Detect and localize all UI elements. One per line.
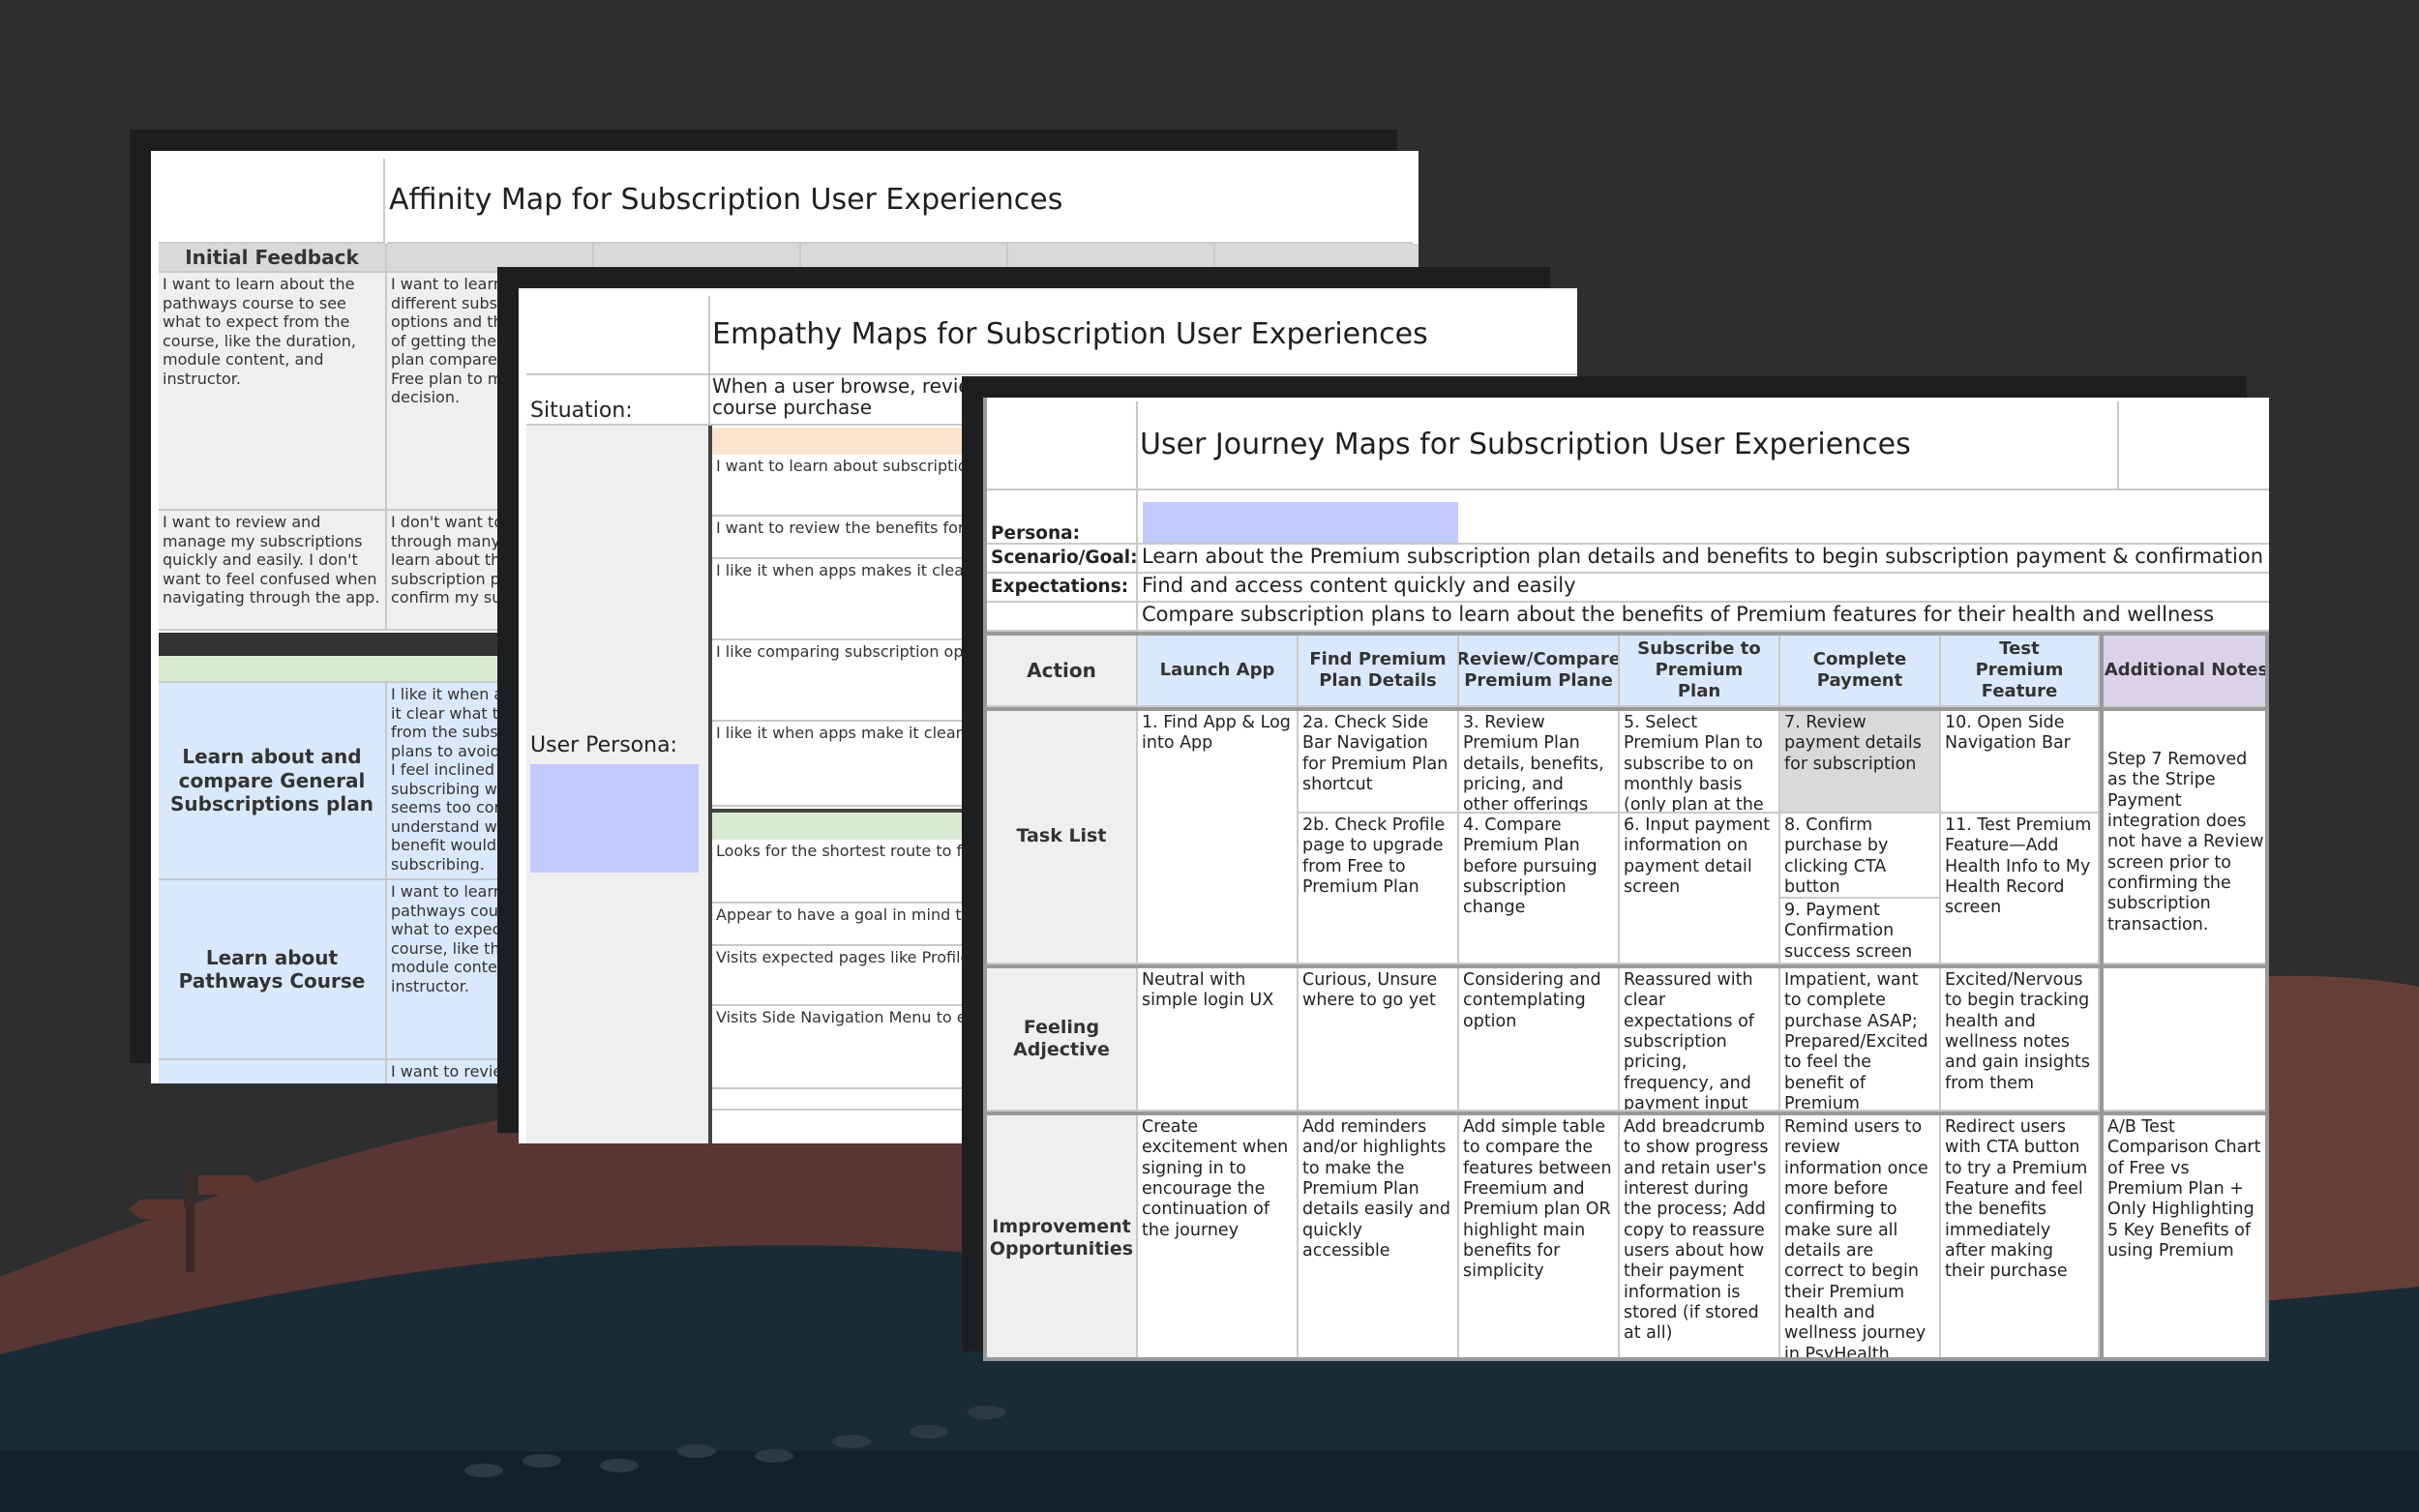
affinity-group-label: Learn about and compare General Subscrip… (159, 683, 387, 880)
expectation-item: Find and access content quickly and easi… (1138, 574, 2269, 603)
task-cell: 6. Input payment information on payment … (1620, 814, 1780, 964)
initial-feedback-header: Initial Feedback (159, 244, 387, 273)
feeling-cell: Excited/Nervous to begin tracking health… (1941, 968, 2100, 1112)
task-cell: 9. Payment Confirmation success screen (1780, 899, 1941, 964)
scenario-text: Learn about the Premium subscription pla… (1138, 545, 2269, 574)
task-cell: 11. Test Premium Feature—Add Health Info… (1941, 814, 2100, 964)
improvement-cell: Redirect users with CTA button to try a … (1941, 1115, 2100, 1361)
affinity-group-label: Learn about Pathways Course (159, 880, 387, 1060)
stage-header: Launch App (1138, 636, 1299, 707)
feedback-note: I want to learn about the pathways cours… (159, 273, 387, 511)
feeling-cell: Reassured with clear expectations of sub… (1620, 968, 1780, 1112)
feeling-cell: Curious, Unsure where to go yet (1299, 968, 1459, 1112)
improvement-cell: Add breadcrumb to show progress and reta… (1620, 1115, 1780, 1361)
task-cell: 10. Open Side Navigation Bar (1941, 711, 2100, 814)
action-label: Action (987, 636, 1138, 707)
feedback-note: I want to review and manage my subscript… (159, 511, 387, 631)
stage-header: Complete Payment (1780, 636, 1941, 707)
stage-header: Additional Notes (2104, 636, 2269, 707)
expectations-label: Expectations: (987, 574, 1138, 603)
feeling-cell (2104, 968, 2269, 1112)
improvement-cell: Create excitement when signing in to enc… (1138, 1115, 1299, 1361)
improvement-cell: Add reminders and/or highlights to make … (1299, 1115, 1459, 1361)
journey-map-sheet: User Journey Maps for Subscription User … (983, 398, 2269, 1361)
affinity-map-title: Affinity Map for Subscription User Exper… (387, 159, 1413, 244)
persona-swatch (1143, 502, 1458, 543)
stage-header: Subscribe to Premium Plan (1620, 636, 1780, 707)
task-cell: 2a. Check Side Bar Navigation for Premiu… (1299, 711, 1459, 814)
task-list-label: Task List (987, 711, 1138, 964)
user-persona-swatch (530, 764, 699, 873)
journey-map-title: User Journey Maps for Subscription User … (1138, 401, 2119, 490)
situation-label: Situation: (526, 375, 710, 426)
feeling-cell: Considering and contemplating option (1459, 968, 1620, 1112)
task-cell-removed-step: 7. Review payment details for subscripti… (1780, 711, 1941, 814)
improvement-cell: Add simple table to compare the features… (1459, 1115, 1620, 1361)
stage-header: Review/Compare Premium Plane (1459, 636, 1620, 707)
stage-header: Test Premium Feature (1941, 636, 2100, 707)
expectation-item: Compare subscription plans to learn abou… (1138, 603, 2269, 632)
persona-label: Persona: (987, 490, 1138, 545)
feeling-label: Feeling Adjective (987, 968, 1138, 1112)
feeling-cell: Neutral with simple login UX (1138, 968, 1299, 1112)
additional-note: Step 7 Removed as the Stripe Payment int… (2104, 711, 2269, 964)
task-cell: 2b. Check Profile page to upgrade from F… (1299, 814, 1459, 964)
empathy-map-title: Empathy Maps for Subscription User Exper… (710, 296, 1577, 375)
task-cell: 8. Confirm purchase by clicking CTA butt… (1780, 814, 1941, 899)
improvement-cell: A/B Test Comparison Chart of Free vs Pre… (2107, 1117, 2261, 1261)
improvement-cell: Remind users to review information once … (1780, 1115, 1941, 1361)
task-cell: 5. Select Premium Plan to subscribe to o… (1620, 711, 1780, 814)
task-cell: 4. Compare Premium Plan before pursuing … (1459, 814, 1620, 964)
feeling-cell: Impatient, want to complete purchase ASA… (1780, 968, 1941, 1112)
user-persona-label: User Persona: (530, 733, 677, 757)
improvement-label: Improvement Opportunities (987, 1115, 1138, 1361)
scenario-label: Scenario/Goal: (987, 545, 1138, 574)
task-cell: 3. Review Premium Plan details, benefits… (1459, 711, 1620, 814)
stage-header: Find Premium Plan Details (1299, 636, 1459, 707)
task-cell: 1. Find App & Log into App (1138, 711, 1299, 964)
